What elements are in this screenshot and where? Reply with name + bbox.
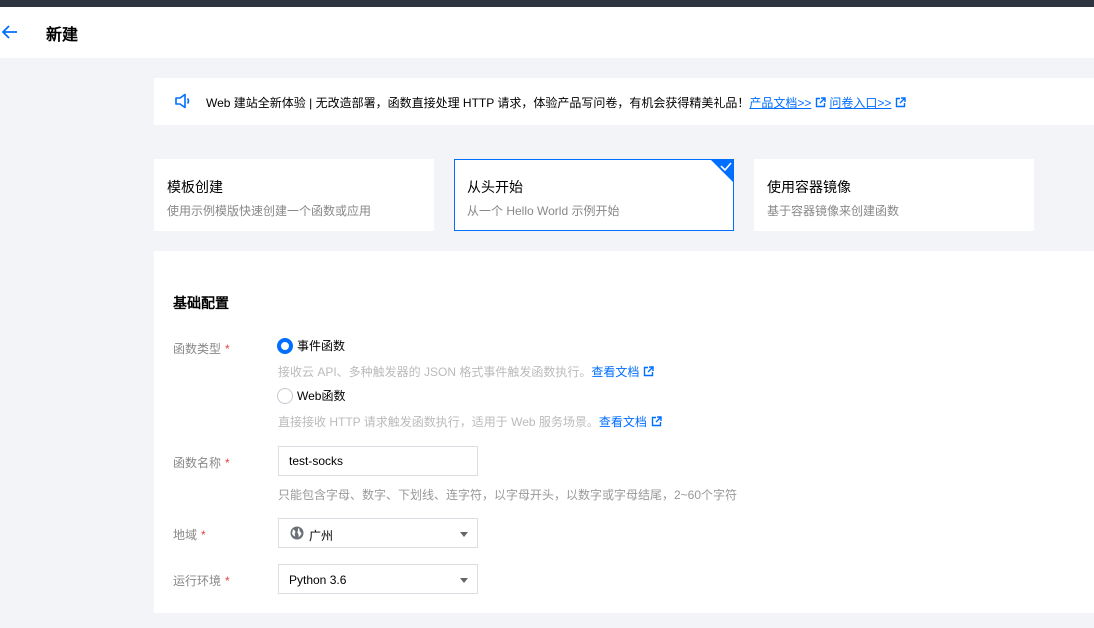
function-name-input[interactable]: [278, 446, 478, 476]
page-title: 新建: [46, 27, 79, 44]
arrow-left-icon[interactable]: [1, 23, 19, 41]
card-desc: 使用示例模版快速创建一个函数或应用: [167, 204, 372, 218]
runtime-select[interactable]: Python 3.6: [278, 564, 478, 594]
speaker-icon: [175, 93, 190, 109]
notice-text-row: Web 建站全新体验 | 无改造部署，函数直接处理 HTTP 请求，体验产品写问…: [206, 94, 909, 111]
top-bar: [0, 0, 1094, 7]
card-title: 使用容器镜像: [767, 179, 851, 195]
product-docs-link[interactable]: 产品文档>>: [749, 96, 811, 110]
runtime-label: 运行环境 *: [173, 574, 230, 588]
caret-down-icon: [460, 532, 468, 537]
region-label: 地域 *: [173, 528, 206, 542]
card-desc: 基于容器镜像来创建函数: [767, 204, 900, 218]
view-docs-link[interactable]: 查看文档: [599, 415, 647, 429]
card-title: 模板创建: [167, 179, 223, 195]
card-desc: 从一个 Hello World 示例开始: [467, 204, 620, 218]
radio-web-function[interactable]: Web函数: [277, 387, 345, 404]
function-name-label: 函数名称 *: [173, 456, 230, 470]
radio-label: 事件函数: [297, 339, 346, 353]
region-select[interactable]: 广州: [278, 518, 478, 548]
check-icon: [711, 160, 733, 182]
runtime-value: Python 3.6: [289, 573, 347, 587]
card-template-create[interactable]: 模板创建 使用示例模版快速创建一个函数或应用: [154, 159, 434, 231]
notice-banner: Web 建站全新体验 | 无改造部署，函数直接处理 HTTP 请求，体验产品写问…: [154, 78, 1094, 125]
function-name-hint: 只能包含字母、数字、下划线、连字符，以字母开头，以数字或字母结尾，2~60个字符: [278, 488, 738, 502]
view-docs-link[interactable]: 查看文档: [591, 365, 639, 379]
external-link-icon[interactable]: [643, 366, 655, 377]
notice-text: Web 建站全新体验 | 无改造部署，函数直接处理 HTTP 请求，体验产品写问…: [206, 96, 750, 110]
function-type-label: 函数类型 *: [173, 342, 230, 356]
globe-icon: [290, 526, 304, 540]
basic-config-panel: 基础配置 函数类型 * 事件函数 接收云 API、多种触发器的 JSON 格式事件…: [154, 251, 1094, 613]
caret-down-icon: [460, 578, 468, 583]
page-header: 新建: [0, 7, 1094, 58]
radio-button[interactable]: [277, 387, 293, 404]
card-title: 从头开始: [467, 179, 523, 195]
web-function-hint: 直接接收 HTTP 请求触发函数执行，适用于 Web 服务场景。查看文档: [278, 413, 665, 430]
radio-event-function[interactable]: 事件函数: [277, 337, 345, 354]
external-link-icon[interactable]: [815, 97, 827, 108]
section-title: 基础配置: [173, 295, 229, 311]
event-function-hint: 接收云 API、多种触发器的 JSON 格式事件触发函数执行。查看文档: [278, 363, 657, 380]
region-value: 广州: [309, 529, 334, 543]
card-container-image[interactable]: 使用容器镜像 基于容器镜像来创建函数: [754, 159, 1034, 231]
survey-link[interactable]: 问卷入口>>: [829, 96, 891, 110]
radio-label: Web函数: [297, 389, 346, 403]
card-from-scratch[interactable]: 从头开始 从一个 Hello World 示例开始: [454, 159, 734, 231]
external-link-icon[interactable]: [895, 97, 907, 108]
radio-button[interactable]: [277, 337, 293, 354]
external-link-icon[interactable]: [651, 416, 662, 427]
